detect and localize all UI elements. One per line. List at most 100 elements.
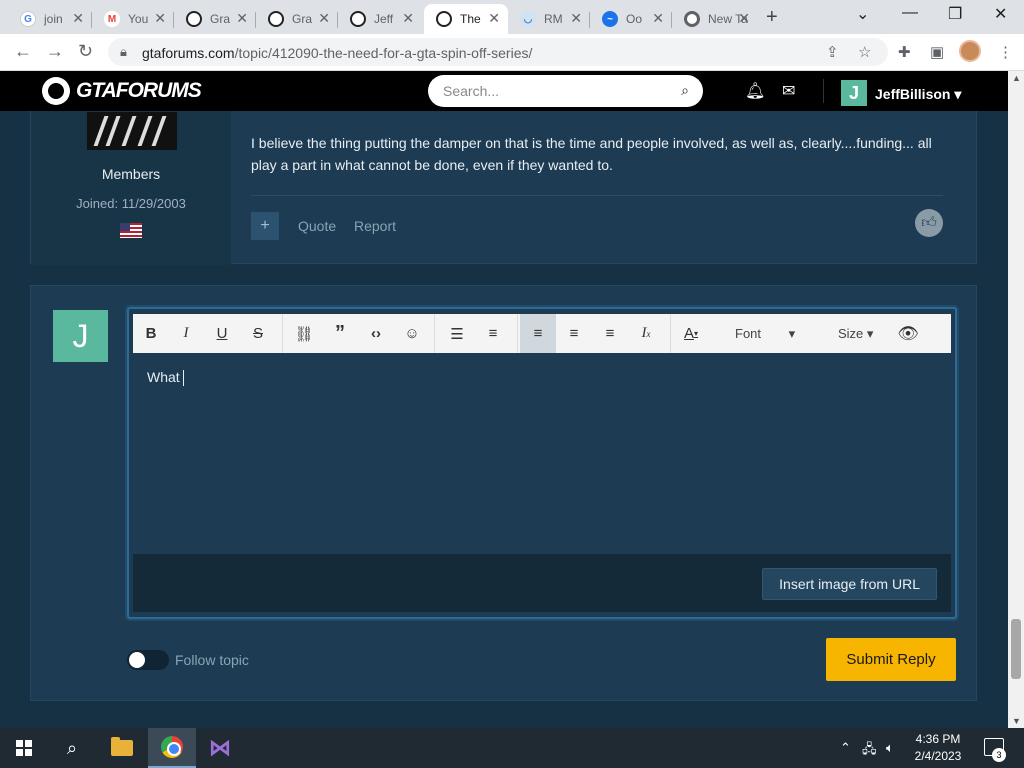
- forward-arrow-icon[interactable]: →: [46, 41, 64, 62]
- text-caret: [182, 370, 184, 387]
- browser-tab[interactable]: Jeff ✕: [338, 4, 422, 34]
- browser-tab[interactable]: G join ✕: [8, 4, 92, 34]
- multiquote-plus-button[interactable]: +: [251, 212, 279, 240]
- windows-taskbar: ⌕ ⋈ ⌃ 🖧︎ 🔈︎ 4:36 PM 2/4/2023 3: [0, 728, 1024, 768]
- browser-tab-active[interactable]: The ✕: [424, 4, 508, 34]
- network-icon[interactable]: 🖧︎: [862, 740, 877, 762]
- browser-tab[interactable]: M You ✕: [92, 4, 174, 34]
- back-arrow-icon[interactable]: ←: [14, 41, 32, 62]
- chrome-taskbar-icon[interactable]: [148, 728, 196, 768]
- font-dropdown[interactable]: Font ▾: [735, 326, 795, 342]
- align-center-icon[interactable]: ≡: [556, 314, 592, 353]
- file-explorer-icon[interactable]: [98, 728, 146, 768]
- scroll-down-icon[interactable]: ▼: [1012, 716, 1021, 726]
- follow-topic-toggle[interactable]: [127, 650, 169, 670]
- text-color-icon[interactable]: A ▾: [673, 314, 709, 353]
- code-icon[interactable]: ‹›: [358, 314, 394, 353]
- search-taskbar-icon[interactable]: ⌕: [48, 728, 96, 768]
- start-button[interactable]: [0, 728, 48, 768]
- underline-icon[interactable]: U: [204, 314, 240, 353]
- minimize-icon[interactable]: —: [902, 4, 918, 22]
- search-input[interactable]: Search... ⌕: [428, 75, 703, 107]
- rm-icon: ◡: [520, 11, 536, 27]
- user-menu[interactable]: JeffBillison ▾: [875, 86, 961, 103]
- follow-topic-label: Follow topic: [175, 652, 249, 668]
- chrome-newtab-icon: [684, 11, 700, 27]
- close-tab-icon[interactable]: ✕: [488, 10, 500, 27]
- quote-link[interactable]: Quote: [298, 218, 336, 234]
- windows-logo-icon: [16, 740, 32, 756]
- address-bar[interactable]: 🔒︎ gtaforums.com/topic/412090-the-need-f…: [108, 38, 888, 66]
- browser-tab[interactable]: ◡ RM ✕: [508, 4, 590, 34]
- side-panel-icon[interactable]: ▣: [930, 43, 944, 61]
- gmail-icon: M: [104, 11, 120, 27]
- gtaforums-logo[interactable]: GTAFORUMS: [42, 77, 202, 105]
- volume-icon[interactable]: 🔈︎: [886, 740, 894, 756]
- share-icon[interactable]: ⇪: [826, 43, 839, 61]
- close-tab-icon[interactable]: ✕: [236, 10, 248, 27]
- bookmark-star-icon[interactable]: ☆: [858, 43, 871, 61]
- close-window-icon[interactable]: ✕: [994, 4, 1007, 24]
- close-tab-icon[interactable]: ✕: [570, 10, 582, 27]
- header-divider: [823, 79, 824, 103]
- new-tab-plus-icon[interactable]: +: [766, 6, 778, 29]
- browser-tab[interactable]: Gra ✕: [174, 4, 256, 34]
- browser-tab[interactable]: Gra ✕: [256, 4, 338, 34]
- author-joined-date: Joined: 11/29/2003: [76, 196, 186, 211]
- reaction-thumbs-up-icon[interactable]: 👍︎: [915, 209, 943, 237]
- search-icon[interactable]: ⌕: [681, 82, 689, 99]
- logo-text: GTAFORUMS: [76, 79, 202, 102]
- user-avatar[interactable]: J: [841, 80, 867, 106]
- close-tab-icon[interactable]: ✕: [402, 10, 414, 27]
- show-hidden-icons-chevron[interactable]: ⌃: [840, 740, 851, 756]
- visual-studio-icon[interactable]: ⋈: [196, 728, 244, 768]
- close-tab-icon[interactable]: ✕: [318, 10, 330, 27]
- reply-user-avatar: J: [53, 310, 108, 362]
- close-tab-icon[interactable]: ✕: [72, 10, 84, 27]
- size-dropdown[interactable]: Size ▾: [838, 326, 873, 342]
- browser-tab[interactable]: New Ta ✕: [672, 4, 758, 34]
- bold-icon[interactable]: B: [133, 314, 169, 353]
- site-header: GTAFORUMS Search... ⌕ 🔔︎ ✉ J JeffBilliso…: [0, 71, 1008, 111]
- numbered-list-icon[interactable]: ≡: [475, 314, 511, 353]
- scrollbar-thumb[interactable]: [1011, 619, 1021, 679]
- browser-toolbar: ← → ↻ 🔒︎ gtaforums.com/topic/412090-the-…: [0, 34, 1024, 71]
- close-tab-icon[interactable]: ✕: [652, 10, 664, 27]
- messages-envelope-icon[interactable]: ✉: [782, 81, 795, 101]
- extensions-puzzle-icon[interactable]: ✚: [898, 43, 911, 61]
- tab-title: The: [460, 12, 481, 26]
- lock-icon: 🔒︎: [120, 44, 127, 59]
- restore-icon[interactable]: ❐: [948, 4, 962, 24]
- us-flag-icon: [120, 223, 142, 238]
- browser-tab-bar: G join ✕ M You ✕ Gra ✕ Gra ✕ Jeff ✕ The …: [0, 0, 1024, 34]
- browser-tab[interactable]: ~ Oo ✕: [590, 4, 672, 34]
- clear-formatting-icon[interactable]: Ix: [628, 314, 664, 353]
- submit-reply-button[interactable]: Submit Reply: [826, 638, 956, 681]
- quote-icon[interactable]: ”: [322, 314, 358, 353]
- bulleted-list-icon[interactable]: ☰: [439, 314, 475, 353]
- more-menu-icon[interactable]: ⋮: [998, 43, 1013, 61]
- preview-eye-icon[interactable]: 👁︎: [890, 314, 926, 353]
- align-left-icon[interactable]: ≡: [520, 314, 556, 353]
- insert-image-from-url-button[interactable]: Insert image from URL: [762, 568, 937, 600]
- emoji-icon[interactable]: ☺: [394, 314, 430, 353]
- logo-ball-icon: [42, 77, 70, 105]
- italic-icon[interactable]: I: [168, 314, 204, 353]
- notifications-bell-icon[interactable]: 🔔︎: [745, 81, 765, 101]
- editor-text-area[interactable]: What: [147, 369, 184, 387]
- reload-icon[interactable]: ↻: [78, 41, 93, 62]
- page-scrollbar[interactable]: ▲ ▼: [1008, 71, 1024, 728]
- tab-search-chevron-icon[interactable]: ⌄: [856, 4, 869, 24]
- close-tab-icon[interactable]: ✕: [154, 10, 166, 27]
- link-icon[interactable]: ⛓: [286, 314, 322, 353]
- author-group: Members: [101, 166, 161, 182]
- tab-title: Jeff: [374, 12, 394, 26]
- system-clock[interactable]: 4:36 PM 2/4/2023: [908, 731, 968, 765]
- browser-profile-avatar[interactable]: [959, 40, 981, 62]
- strikethrough-icon[interactable]: S: [240, 314, 276, 353]
- report-link[interactable]: Report: [354, 218, 396, 234]
- align-right-icon[interactable]: ≡: [592, 314, 628, 353]
- scroll-up-icon[interactable]: ▲: [1012, 73, 1021, 83]
- close-tab-icon[interactable]: ✕: [738, 10, 750, 27]
- gtaforums-icon: [436, 11, 452, 27]
